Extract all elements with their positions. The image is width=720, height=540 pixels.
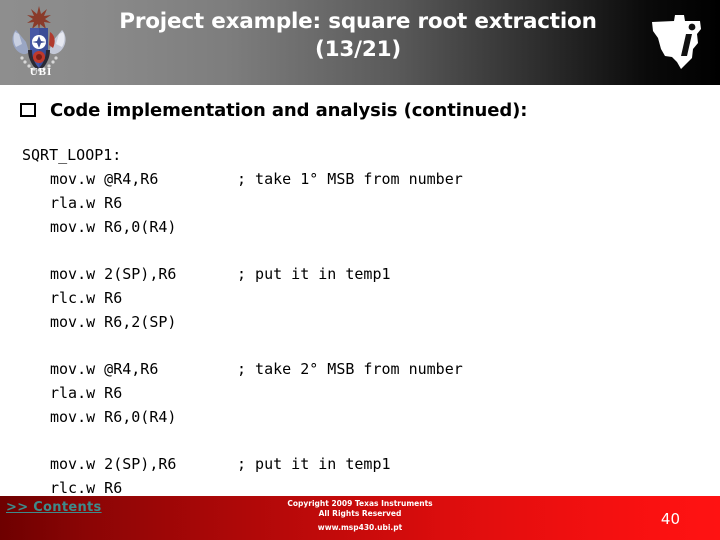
code-line: SQRT_LOOP1:	[0, 143, 720, 167]
bullet-text: Code implementation and analysis (contin…	[50, 99, 528, 121]
code-line: mov.w @R4,R6 ; take 2° MSB from number	[0, 357, 720, 381]
code-instruction: mov.w @R4,R6	[50, 360, 159, 378]
copyright-line-2: All Rights Reserved	[318, 508, 402, 518]
code-instruction: SQRT_LOOP1:	[22, 146, 122, 164]
bullet-row: Code implementation and analysis (contin…	[0, 95, 720, 125]
copyright-text: Copyright 2009 Texas Instruments All Rig…	[0, 499, 720, 518]
code-line: mov.w @R4,R6 ; take 1° MSB from number	[0, 167, 720, 191]
code-line: rla.w R6	[0, 191, 720, 215]
code-line: rlc.w R6	[0, 286, 720, 310]
code-instruction: rla.w R6	[50, 384, 123, 402]
slide-footer: >> Contents Copyright 2009 Texas Instrum…	[0, 496, 720, 540]
code-block: mov.w 2(SP),R6 ; put it in temp1 rlc.w R6 m…	[0, 262, 720, 334]
code-instruction: mov.w R6,2(SP)	[50, 313, 177, 331]
code-block: mov.w @R4,R6 ; take 2° MSB from number rla…	[0, 357, 720, 429]
code-line: mov.w 2(SP),R6 ; put it in temp1	[0, 262, 720, 286]
code-line: mov.w R6,2(SP)	[0, 310, 720, 334]
code-comment: ; put it in temp1	[237, 265, 391, 283]
texas-instruments-logo-icon	[652, 15, 701, 69]
code-listing: SQRT_LOOP1: mov.w @R4,R6 ; take 1° MSB fro…	[0, 143, 720, 523]
slide-header: UBI Project example: square root extract…	[0, 0, 720, 85]
hollow-square-bullet-icon	[20, 103, 36, 117]
code-instruction: mov.w R6,0(R4)	[50, 408, 177, 426]
code-block: mov.w 2(SP),R6; put it in temp1 rlc.w R6	[0, 452, 720, 500]
copyright-line-1: Copyright 2009 Texas Instruments	[287, 499, 433, 508]
slide-title-line-2: (13/21)	[315, 37, 401, 62]
code-instruction: mov.w 2(SP),R6	[50, 455, 177, 473]
code-line: rla.w R6	[0, 381, 720, 405]
code-line: mov.w 2(SP),R6 ; put it in temp1	[0, 452, 720, 476]
code-line: mov.w R6,0(R4)	[0, 215, 720, 239]
code-block: SQRT_LOOP1: mov.w @R4,R6 ; take 1° MSB fro…	[0, 143, 720, 239]
page-number: 40	[660, 510, 680, 528]
code-line: mov.w R6,0(R4)	[0, 405, 720, 429]
page-title: Project example: square root extraction …	[78, 8, 638, 64]
code-comment: ; put it in temp1	[237, 455, 391, 473]
code-comment: ; take 1° MSB from number	[237, 170, 463, 188]
site-url: www.msp430.ubi.pt	[317, 523, 403, 532]
code-instruction: mov.w @R4,R6	[50, 170, 159, 188]
code-instruction: rla.w R6	[50, 194, 123, 212]
code-instruction: rlc.w R6	[50, 289, 123, 307]
ubi-label: UBI	[29, 66, 53, 78]
code-comment: ; take 2° MSB from number	[237, 360, 463, 378]
slide-title-line-1: Project example: square root extraction	[119, 9, 597, 34]
code-instruction: mov.w R6,0(R4)	[50, 218, 177, 236]
code-instruction: mov.w 2(SP),R6	[50, 265, 177, 283]
